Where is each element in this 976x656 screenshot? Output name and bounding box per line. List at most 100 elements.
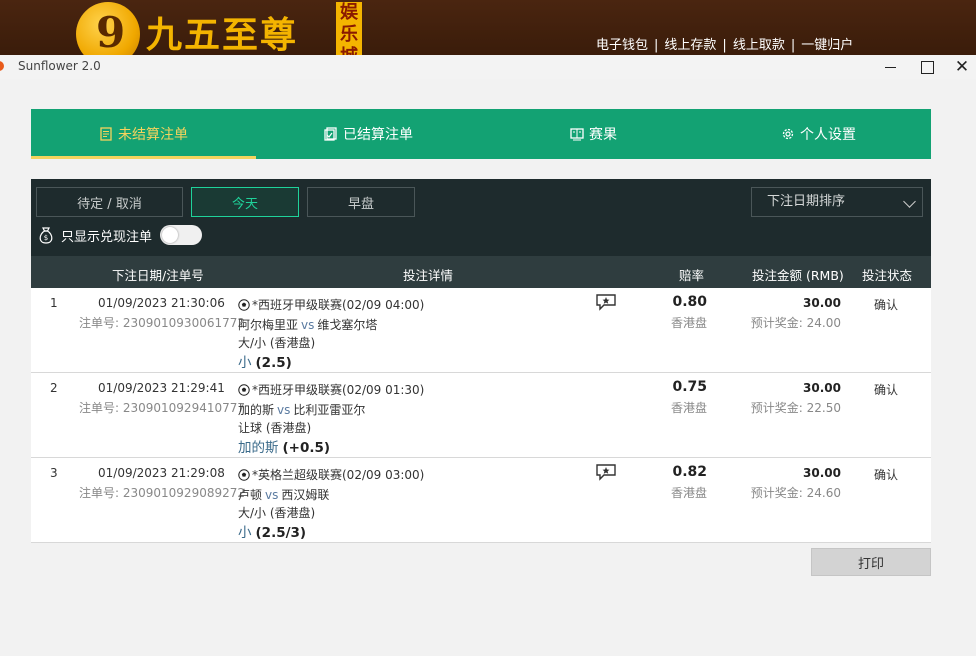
selection-line: (+0.5) [282, 440, 331, 456]
odds-type: 香港盘 [670, 316, 707, 330]
soccer-ball-icon [238, 298, 250, 311]
estimated-payout: 预计奖金: 22.50 [750, 401, 841, 415]
selection-pick: 小 [238, 525, 252, 541]
logo-text: 九五至尊 [146, 14, 299, 56]
tab-label: 已结算注单 [343, 127, 413, 143]
filter-today-button[interactable]: 今天 [191, 187, 299, 217]
odds-value: 0.75 [672, 379, 707, 395]
estimated-payout: 预计奖金: 24.60 [750, 486, 841, 500]
home-team: 阿尔梅里亚 [238, 318, 299, 332]
bet-status: 确认 [874, 383, 899, 397]
match-teams: 加的斯 vs 比利亚雷亚尔 [238, 401, 365, 418]
sort-selected-value: 下注日期排序 [767, 194, 846, 209]
league-info: *西班牙甲级联赛(02/09 01:30) [238, 381, 424, 398]
link-e-wallet[interactable]: 电子钱包 [596, 38, 648, 53]
away-team: 西汉姆联 [281, 488, 330, 502]
bet-slip-number: 注单号: 2309010929410777 [79, 401, 246, 415]
bet-slip-number: 注单号: 2309010930061772 [79, 316, 246, 330]
league-name: *西班牙甲级联赛(02/09 04:00) [252, 298, 425, 312]
odds-type: 香港盘 [670, 486, 707, 500]
money-bag-icon: $ [39, 227, 53, 244]
tab-personal-settings[interactable]: 个人设置 [706, 109, 931, 159]
header-details: 投注详情 [403, 268, 454, 283]
sunflower-app-icon [0, 61, 4, 71]
maximize-button[interactable] [909, 55, 945, 79]
filter-early-market-button[interactable]: 早盘 [307, 187, 415, 217]
league-info: *西班牙甲级联赛(02/09 04:00) [238, 296, 424, 313]
bet-market: 让球 (香港盘) [238, 421, 312, 435]
live-chat-icon[interactable] [595, 463, 617, 481]
league-name: *英格兰超级联赛(02/09 03:00) [252, 468, 425, 482]
selection-line: (2.5) [255, 355, 292, 371]
header-date: 下注日期/注单号 [112, 268, 204, 283]
tab-label: 赛果 [589, 127, 617, 143]
table-header: 下注日期/注单号 投注详情 赔率 投注金额 (RMB) 投注状态 [31, 256, 931, 288]
bet-date: 01/09/2023 21:29:08 [98, 466, 225, 480]
odds-type: 香港盘 [670, 401, 707, 415]
bet-date: 01/09/2023 21:29:41 [98, 381, 225, 395]
main-tabs: 未结算注单 已结算注单 赛果 个人设置 [31, 109, 931, 159]
bet-selection: 加的斯 (+0.5) [238, 436, 330, 456]
close-button[interactable]: ✕ [944, 55, 976, 79]
tab-settled-bets[interactable]: 已结算注单 [256, 109, 481, 159]
selection-pick: 小 [238, 355, 252, 371]
link-separator: | [654, 38, 659, 53]
svg-text:$: $ [44, 234, 48, 242]
chevron-down-icon [903, 195, 916, 208]
tab-unsettled-bets[interactable]: 未结算注单 [31, 109, 256, 159]
vs-label: vs [301, 318, 315, 332]
link-separator: | [722, 38, 727, 53]
bets-table-body: 1 01/09/2023 21:30:06 注单号: 2309010930061… [31, 288, 931, 543]
window-titlebar: Sunflower 2.0 ✕ [0, 55, 976, 79]
soccer-ball-icon [238, 468, 250, 481]
vs-label: vs [277, 403, 291, 417]
league-info: *英格兰超级联赛(02/09 03:00) [238, 466, 424, 483]
logo-side-text: 娱乐城 [336, 2, 362, 67]
away-team: 比利亚雷亚尔 [293, 403, 366, 417]
stake-amount: 30.00 [803, 296, 841, 310]
estimated-payout: 预计奖金: 24.00 [750, 316, 841, 330]
home-team: 加的斯 [238, 403, 275, 417]
scoreboard-icon [570, 128, 584, 141]
tab-results[interactable]: 赛果 [481, 109, 706, 159]
live-chat-icon[interactable] [595, 293, 617, 311]
print-button[interactable]: 打印 [811, 548, 931, 576]
filter-pending-cancelled-button[interactable]: 待定 / 取消 [36, 187, 183, 217]
stake-amount: 30.00 [803, 466, 841, 480]
bet-market: 大/小 (香港盘) [238, 506, 316, 520]
cashout-label: 只显示兑现注单 [61, 229, 153, 245]
filter-panel: 待定 / 取消 今天 早盘 下注日期排序 $ 只显示兑现注单 [31, 179, 931, 256]
logo-number: 9 [96, 8, 126, 57]
bet-selection: 小 (2.5) [238, 351, 292, 371]
header-status: 投注状态 [862, 268, 913, 283]
home-team: 卢顿 [238, 488, 263, 502]
odds-value: 0.82 [672, 464, 707, 480]
cashout-filter: $ 只显示兑现注单 [37, 225, 203, 245]
minimize-button[interactable] [873, 55, 909, 79]
checklist-icon [324, 127, 337, 141]
link-deposit[interactable]: 线上存款 [664, 38, 716, 53]
odds-value: 0.80 [672, 294, 707, 310]
link-consolidate[interactable]: 一键归户 [801, 38, 853, 53]
link-separator: | [790, 38, 796, 53]
table-row: 3 01/09/2023 21:29:08 注单号: 2309010929089… [31, 458, 931, 543]
bet-slip-number: 注单号: 2309010929089272 [79, 486, 246, 500]
bet-status: 确认 [874, 468, 899, 482]
vs-label: vs [265, 488, 279, 502]
away-team: 维戈塞尔塔 [317, 318, 378, 332]
bet-market: 大/小 (香港盘) [238, 336, 316, 350]
match-teams: 卢顿 vs 西汉姆联 [238, 486, 329, 503]
tab-label: 未结算注单 [118, 127, 188, 143]
table-row: 2 01/09/2023 21:29:41 注单号: 2309010929410… [31, 373, 931, 458]
bet-status: 确认 [874, 298, 899, 312]
top-banner: 9 九五至尊 娱乐城 电子钱包 | 线上存款 | 线上取款 | 一键归户 [0, 0, 976, 67]
row-number: 3 [50, 466, 58, 480]
banner-links: 电子钱包 | 线上存款 | 线上取款 | 一键归户 [596, 34, 853, 53]
selection-line: (2.5/3) [255, 525, 307, 541]
link-withdraw[interactable]: 线上取款 [733, 38, 785, 53]
sort-dropdown[interactable]: 下注日期排序 [751, 187, 923, 217]
gear-icon [782, 128, 794, 140]
table-row: 1 01/09/2023 21:30:06 注单号: 2309010930061… [31, 288, 931, 373]
header-odds: 赔率 [679, 268, 705, 283]
cashout-toggle[interactable] [160, 225, 203, 245]
